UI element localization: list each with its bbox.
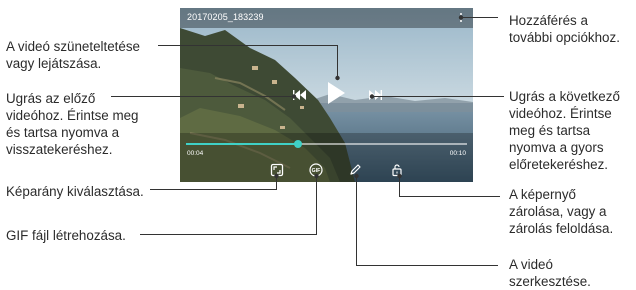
callout-lock: A képernyő zárolása, vagy a zárolás felo… [509, 187, 614, 236]
callout-play-pause: A videó szüneteltetése vagy lejátszása. [6, 39, 140, 71]
video-player[interactable]: 20170205_183239 00:04 00:10 GIF [180, 8, 473, 182]
next-icon[interactable] [368, 90, 382, 100]
gif-text: GIF [312, 168, 321, 174]
progress-fill [186, 143, 299, 145]
callout-more-options: Hozzáférés a további opciókhoz. [509, 13, 620, 45]
gif-icon[interactable]: GIF [309, 163, 323, 177]
video-title: 20170205_183239 [187, 12, 264, 22]
previous-icon[interactable] [293, 90, 307, 100]
callout-edit: A videó szerkesztése. [509, 257, 591, 289]
callout-aspect-ratio: Képarány kiválasztása. [6, 184, 144, 199]
time-total: 00:10 [449, 150, 466, 157]
edit-icon[interactable] [348, 163, 362, 177]
callout-previous: Ugrás az előző videóhoz. Érintse meg és … [6, 91, 139, 157]
progress-bar[interactable] [186, 140, 467, 148]
callout-gif: GIF fájl létrehozása. [6, 228, 126, 243]
aspect-ratio-icon[interactable] [270, 163, 284, 177]
play-icon[interactable] [327, 82, 345, 104]
callout-next: Ugrás a következő videóhoz. Érintse meg … [509, 89, 620, 172]
time-elapsed: 00:04 [187, 150, 204, 157]
lock-icon[interactable] [390, 163, 404, 177]
top-bar: 20170205_183239 [180, 8, 473, 28]
more-options-icon[interactable] [458, 12, 464, 24]
